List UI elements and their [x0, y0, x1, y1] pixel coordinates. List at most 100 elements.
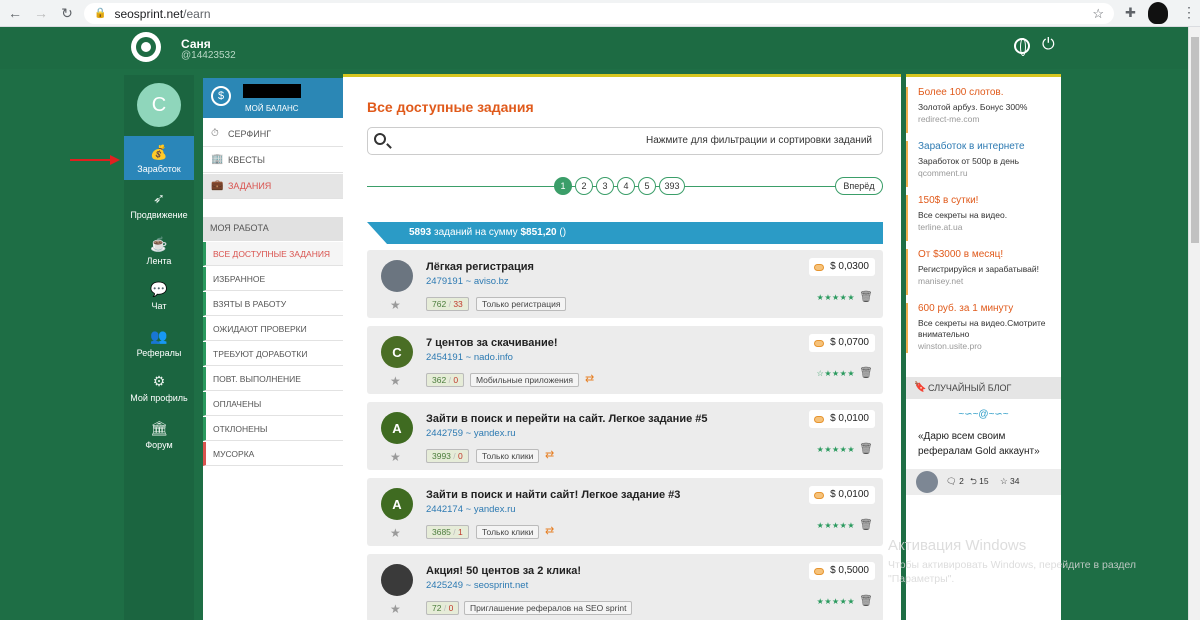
task-fail-count: 33 — [453, 299, 463, 309]
nav-earn[interactable]: 💰 Заработок — [124, 136, 194, 180]
nav-feed[interactable]: ☕ Лента — [124, 236, 194, 266]
work-in-progress[interactable]: ВЗЯТЫ В РАБОТУ — [203, 292, 343, 316]
page-5[interactable]: 5 — [638, 177, 656, 195]
ad-title[interactable]: 600 руб. за 1 минуту — [918, 303, 1061, 314]
task-id-site[interactable]: 2479191 ~ aviso.bz — [426, 276, 509, 287]
blog-ornament: ~∽~@~∽~ — [958, 409, 1009, 420]
profile-avatar[interactable] — [1148, 2, 1168, 24]
ad-block[interactable]: 150$ в сутки! Все секреты на видео. terlin… — [906, 195, 1061, 241]
trash-icon[interactable]: 🗑 — [859, 442, 873, 455]
favorite-star-icon[interactable]: ★ — [390, 526, 401, 540]
page-title: Все доступные задания — [367, 99, 534, 115]
logout-power-icon[interactable]: ⏻ — [1042, 36, 1055, 54]
ad-title[interactable]: От $3000 в месяц! — [918, 249, 1061, 260]
task-category-tag: Приглашение рефералов на SEO sprint — [464, 601, 633, 615]
windows-activation-text: Чтобы активировать Windows, перейдите в … — [888, 559, 1136, 585]
favorite-star-icon[interactable]: ★ — [390, 450, 401, 464]
next-page-button[interactable]: Вперёд — [835, 177, 883, 195]
task-title[interactable]: Акция! 50 центов за 2 клика! — [426, 565, 581, 577]
task-title[interactable]: 7 центов за скачивание! — [426, 337, 558, 349]
task-author-avatar[interactable] — [381, 564, 413, 596]
task-title[interactable]: Зайти в поиск и перейти на сайт. Легкое … — [426, 413, 708, 425]
ad-block[interactable]: 600 руб. за 1 минуту Все секреты на видео… — [906, 303, 1061, 353]
task-site: yandex.ru — [473, 504, 516, 515]
task-author-avatar[interactable] — [381, 260, 413, 292]
favorite-star-icon[interactable]: ★ — [390, 602, 401, 616]
nav-chat[interactable]: 💬 Чат — [124, 281, 194, 311]
ad-url[interactable]: winston.usite.pro — [918, 341, 1061, 351]
task-id: 2479191 — [426, 276, 463, 287]
task-rating: ★★★★★ — [816, 521, 855, 530]
trash-icon[interactable]: 🗑 — [859, 518, 873, 531]
page-4[interactable]: 4 — [617, 177, 635, 195]
address-bar[interactable]: 🔒 seosprint.net/earn ☆ — [84, 3, 1114, 24]
task-title[interactable]: Зайти в поиск и найти сайт! Легкое задан… — [426, 489, 680, 501]
page-3[interactable]: 3 — [596, 177, 614, 195]
back-icon[interactable]: ← — [4, 5, 26, 21]
nav-profile[interactable]: ⚙ Мой профиль — [124, 373, 194, 403]
task-counts: 72 / 0 — [426, 601, 460, 615]
work-paid[interactable]: ОПЛАЧЕНЫ — [203, 392, 343, 416]
work-repeat[interactable]: ПОВТ. ВЫПОЛНЕНИЕ — [203, 367, 343, 391]
task-author-avatar[interactable]: C — [381, 336, 413, 368]
ad-url[interactable]: qcomment.ru — [918, 168, 1061, 178]
ad-url[interactable]: terline.at.ua — [918, 222, 1061, 232]
ad-title[interactable]: Заработок в интернете — [918, 141, 1061, 152]
task-card[interactable]: ★ Лёгкая регистрация 2479191 ~ aviso.bz 762… — [367, 250, 883, 318]
favorite-star-icon[interactable]: ★ — [390, 298, 401, 312]
task-filter-search[interactable]: Нажмите для фильтрации и сортировки зада… — [367, 127, 883, 155]
ad-url[interactable]: redirect-me.com — [918, 114, 1061, 124]
ad-title[interactable]: 150$ в сутки! — [918, 195, 1061, 206]
page-2[interactable]: 2 — [575, 177, 593, 195]
task-id-site[interactable]: 2442759 ~ yandex.ru — [426, 428, 516, 439]
scrollbar-thumb[interactable] — [1191, 37, 1199, 243]
blog-author-avatar[interactable] — [916, 471, 938, 493]
work-need-revision[interactable]: ТРЕБУЮТ ДОРАБОТКИ — [203, 342, 343, 366]
forward-icon[interactable]: → — [30, 5, 52, 21]
extensions-icon[interactable]: ✚ — [1125, 5, 1136, 21]
ad-url[interactable]: manisey.net — [918, 276, 1061, 286]
page-last[interactable]: 393 — [659, 177, 685, 195]
task-title[interactable]: Лёгкая регистрация — [426, 261, 534, 273]
submenu-quests[interactable]: 🏢 КВЕСТЫ — [203, 148, 343, 173]
blog-quote[interactable]: «Дарю всем своим рефералам Gold аккаунт» — [918, 429, 1053, 459]
task-id-site[interactable]: 2425249 ~ seosprint.net — [426, 580, 528, 591]
browser-menu-icon[interactable]: ⋮ — [1182, 4, 1196, 21]
task-card[interactable]: A ★ Зайти в поиск и найти сайт! Легкое зад… — [367, 478, 883, 546]
work-trash[interactable]: МУСОРКА — [203, 442, 343, 466]
trash-icon[interactable]: 🗑 — [859, 290, 873, 303]
task-author-avatar[interactable]: A — [381, 488, 413, 520]
user-avatar[interactable]: C — [137, 83, 181, 127]
submenu-surfing[interactable]: ⏱ СЕРФИНГ — [203, 122, 343, 147]
language-globe-icon[interactable] — [1014, 38, 1030, 56]
work-rejected[interactable]: ОТКЛОНЕНЫ — [203, 417, 343, 441]
balance-box[interactable]: $ МОЙ БАЛАНС — [203, 78, 343, 118]
ad-block[interactable]: От $3000 в месяц! Регистрируйся и зарабат… — [906, 249, 1061, 295]
task-card[interactable]: A ★ Зайти в поиск и перейти на сайт. Легко… — [367, 402, 883, 470]
nav-referrals[interactable]: 👥 Рефералы — [124, 328, 194, 358]
task-author-avatar[interactable]: A — [381, 412, 413, 444]
task-card[interactable]: ★ Акция! 50 центов за 2 клика! 2425249 ~ s… — [367, 554, 883, 620]
task-id-site[interactable]: 2454191 ~ nado.info — [426, 352, 513, 363]
nav-forum[interactable]: 🏛 Форум — [124, 420, 194, 450]
submenu-tasks[interactable]: 💼 ЗАДАНИЯ — [203, 174, 343, 199]
ad-block[interactable]: Заработок в интернете Заработок от 500р в… — [906, 141, 1061, 187]
bookmark-star-icon[interactable]: ☆ — [1092, 6, 1104, 22]
dollar-coin-icon: $ — [211, 86, 231, 106]
reload-icon[interactable]: ↻ — [56, 5, 78, 22]
trash-icon[interactable]: 🗑 — [859, 366, 873, 379]
work-favorites[interactable]: ИЗБРАННОЕ — [203, 267, 343, 291]
ad-block[interactable]: Более 100 слотов. Золотой арбуз. Бонус 30… — [906, 87, 1061, 133]
task-id-site[interactable]: 2442174 ~ yandex.ru — [426, 504, 516, 515]
page-1[interactable]: 1 — [554, 177, 572, 195]
page-scrollbar[interactable] — [1188, 27, 1200, 620]
favorite-star-icon[interactable]: ★ — [390, 374, 401, 388]
ad-title[interactable]: Более 100 слотов. — [918, 87, 1061, 98]
work-awaiting-review[interactable]: ОЖИДАЮТ ПРОВЕРКИ — [203, 317, 343, 341]
nav-promotion[interactable]: ➶ Продвижение — [124, 190, 194, 220]
task-category-tag: Только клики — [476, 449, 540, 463]
work-all-available[interactable]: ВСЕ ДОСТУПНЫЕ ЗАДАНИЯ — [203, 242, 343, 266]
task-card[interactable]: C ★ 7 центов за скачивание! 2454191 ~ nado.… — [367, 326, 883, 394]
site-logo-icon[interactable] — [131, 32, 161, 62]
trash-icon[interactable]: 🗑 — [859, 594, 873, 607]
